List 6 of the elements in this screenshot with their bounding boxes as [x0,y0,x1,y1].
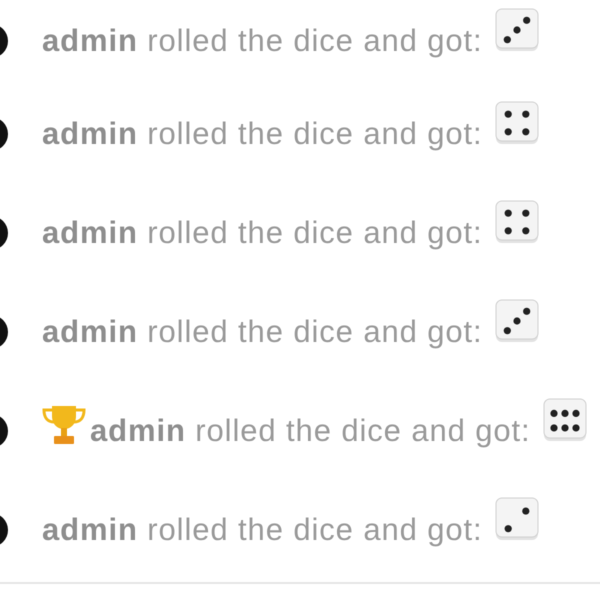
message-text: admin rolled the dice and got: [42,314,483,350]
message-text: admin rolled the dice and got: [42,214,483,250]
message-text: admin rolled the dice and got: [42,512,483,548]
message-text: admin rolled the dice and got: [42,116,483,152]
message-text: admin rolled the dice and got: [90,412,531,448]
message-text: admin rolled the dice and got: [42,23,483,59]
